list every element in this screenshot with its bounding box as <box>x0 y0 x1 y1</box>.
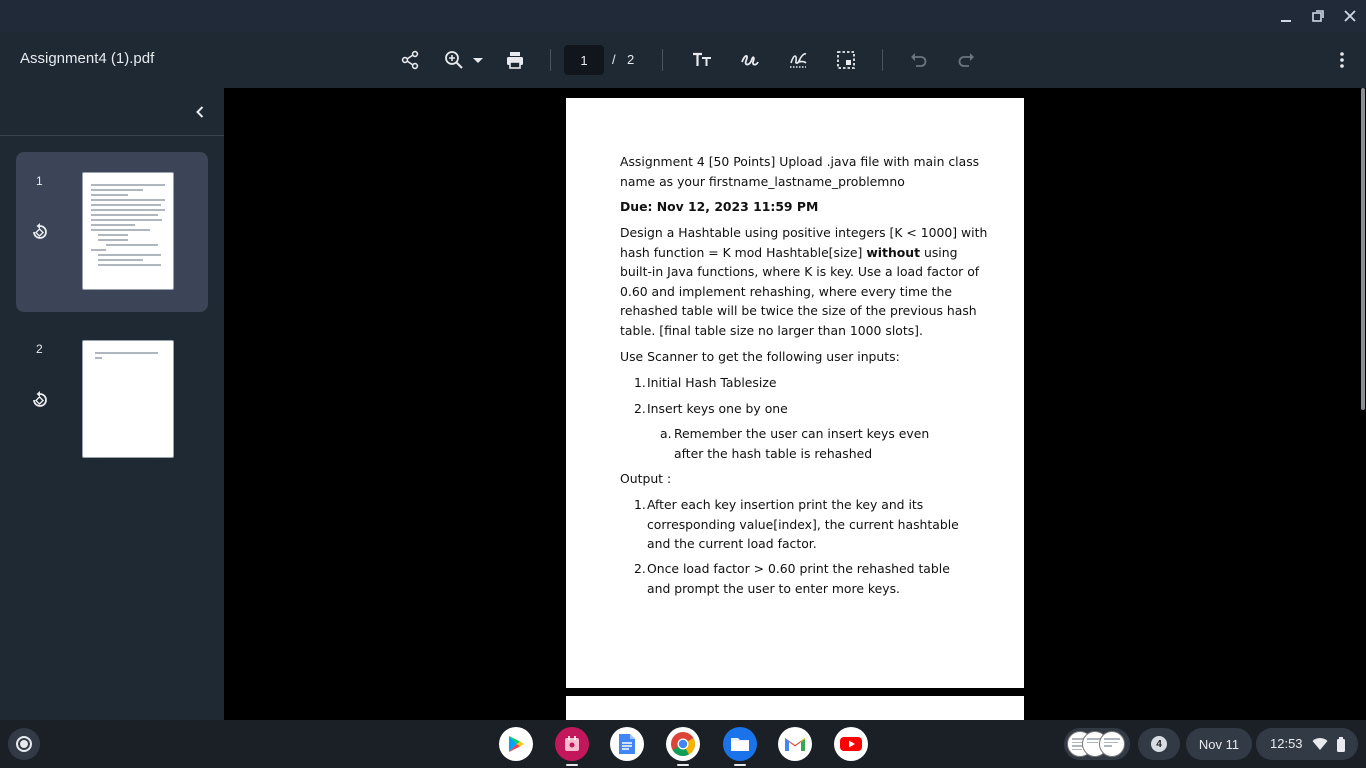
canvas-app-icon[interactable] <box>555 727 589 761</box>
share-icon[interactable] <box>396 46 424 74</box>
rotate-icon[interactable] <box>30 390 50 410</box>
restore-icon[interactable] <box>1308 6 1328 26</box>
list-item: a. Remember the user can insert keys eve… <box>660 424 960 463</box>
undo-icon[interactable] <box>905 46 933 74</box>
print-icon[interactable] <box>501 46 529 74</box>
rotate-icon[interactable] <box>30 222 50 242</box>
date-tray[interactable]: Nov 11 <box>1186 728 1252 760</box>
files-icon[interactable] <box>723 727 757 761</box>
running-indicator <box>677 764 689 766</box>
text-annotation-icon[interactable] <box>688 46 716 74</box>
window-titlebar <box>0 0 1366 32</box>
signature-icon[interactable] <box>784 46 812 74</box>
list-marker: 1. <box>634 497 646 512</box>
sidebar-header <box>0 88 224 136</box>
due-date: Due: Nov 12, 2023 11:59 PM <box>620 199 819 214</box>
draw-icon[interactable] <box>736 46 764 74</box>
thumbnail-sidebar: 1 2 <box>0 88 224 720</box>
header-line-1: Assignment 4 [50 Points] Upload .java fi… <box>620 154 980 169</box>
thumbnail-number: 1 <box>36 174 43 188</box>
scrollbar-thumb[interactable] <box>1361 88 1365 410</box>
running-indicator <box>734 764 746 766</box>
page-number-input[interactable] <box>564 45 604 75</box>
assignment-header: Assignment 4 [50 Points] Upload .java fi… <box>620 152 990 191</box>
battery-icon <box>1336 737 1346 755</box>
header-line-2: name as your firstname_lastname_problemn… <box>620 173 905 189</box>
redo-icon[interactable] <box>952 46 980 74</box>
description-bold: without <box>866 244 921 260</box>
total-pages: 2 <box>627 52 635 67</box>
gmail-icon[interactable] <box>778 727 812 761</box>
list-item: 2. Once load factor > 0.60 print the reh… <box>634 559 974 598</box>
close-icon[interactable] <box>1340 6 1360 26</box>
list-text: After each key insertion print the key a… <box>647 497 959 552</box>
toolbar-divider <box>662 49 663 71</box>
list-marker: 1. <box>634 375 646 390</box>
thumbnail-preview <box>82 340 174 458</box>
list-text: Once load factor > 0.60 print the rehash… <box>647 561 950 596</box>
thumbnail-preview <box>82 172 174 290</box>
thumbnail-page-2[interactable]: 2 <box>16 320 208 480</box>
wifi-icon <box>1312 737 1328 754</box>
chromeos-shelf: 4 Nov 11 12:53 <box>0 720 1366 768</box>
thumbnail-number: 2 <box>36 342 43 356</box>
list-item: 1. Initial Hash Tablesize <box>634 373 984 393</box>
select-area-icon[interactable] <box>832 46 860 74</box>
status-tray[interactable]: 12:53 <box>1256 728 1358 760</box>
youtube-icon[interactable] <box>834 727 868 761</box>
list-item: 2. Insert keys one by one <box>634 399 984 419</box>
list-marker: a. <box>660 426 672 441</box>
tote-holding-space[interactable] <box>1064 728 1130 760</box>
running-indicator <box>566 764 578 766</box>
output-heading: Output : <box>620 471 672 486</box>
notification-count: 4 <box>1151 736 1167 752</box>
thumbnail-page-1[interactable]: 1 <box>16 152 208 312</box>
clock: 12:53 <box>1270 736 1303 751</box>
list-item: 1. After each key insertion print the ke… <box>634 495 974 554</box>
notification-counter[interactable]: 4 <box>1138 728 1180 760</box>
toolbar-divider <box>882 49 883 71</box>
list-text: Initial Hash Tablesize <box>647 375 777 390</box>
pdf-toolbar: Assignment4 (1).pdf / 2 <box>0 32 1366 88</box>
list-marker: 2. <box>634 561 646 576</box>
chevron-left-icon[interactable] <box>190 102 210 122</box>
pdf-page-2 <box>566 696 1024 720</box>
toolbar-divider <box>550 49 551 71</box>
list-marker: 2. <box>634 401 646 416</box>
launcher-icon[interactable] <box>8 728 40 760</box>
description-paragraph: Design a Hashtable using positive intege… <box>620 223 990 341</box>
viewer-scrollbar[interactable] <box>1360 88 1366 720</box>
list-text: Insert keys one by one <box>647 401 788 416</box>
chrome-icon[interactable] <box>666 727 700 761</box>
recent-file-preview <box>1099 731 1125 757</box>
pdf-viewer[interactable]: Assignment 4 [50 Points] Upload .java fi… <box>224 88 1360 720</box>
page-separator: / <box>612 52 616 67</box>
play-store-icon[interactable] <box>499 727 533 761</box>
more-options-icon[interactable] <box>1328 46 1356 74</box>
google-docs-icon[interactable] <box>610 727 644 761</box>
zoom-dropdown-icon[interactable] <box>466 46 490 74</box>
minimize-icon[interactable] <box>1276 6 1296 26</box>
document-title: Assignment4 (1).pdf <box>20 50 155 67</box>
zoom-in-icon[interactable] <box>440 46 468 74</box>
pdf-page-1: Assignment 4 [50 Points] Upload .java fi… <box>566 98 1024 688</box>
inputs-heading: Use Scanner to get the following user in… <box>620 349 900 364</box>
list-text: Remember the user can insert keys even a… <box>674 426 930 461</box>
